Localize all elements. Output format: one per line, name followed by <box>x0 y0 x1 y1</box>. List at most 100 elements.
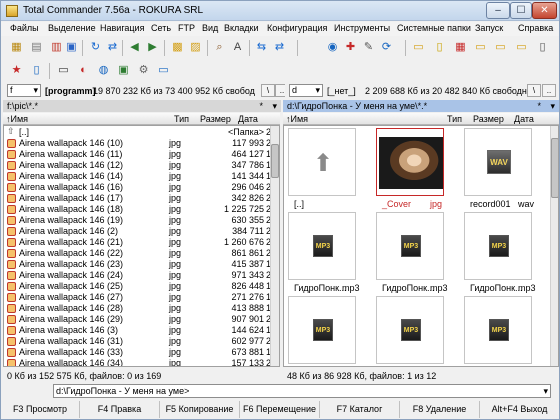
menu-selection[interactable]: Выделение <box>48 23 96 33</box>
col-size[interactable]: Размер <box>200 114 231 124</box>
left-status: 0 Кб из 152 575 Кб, файлов: 0 из 169 <box>7 371 162 381</box>
col-size[interactable]: Размер <box>473 114 504 124</box>
ftp-new-connection-icon[interactable]: ⇄ <box>272 40 287 55</box>
audio-file-tile[interactable]: WAV <box>464 128 532 196</box>
globe-icon[interactable]: ◍ <box>96 63 111 78</box>
close-button[interactable]: ✕ <box>532 2 557 19</box>
col-date[interactable]: Дата <box>514 114 534 124</box>
f7-mkdir-button[interactable]: F7 Каталог <box>320 401 400 418</box>
folder-desktop-icon[interactable]: ▭ <box>514 40 529 55</box>
forward-arrow-icon[interactable]: ▶ <box>145 40 160 55</box>
f8-delete-button[interactable]: F8 Удаление <box>400 401 480 418</box>
settings-icon[interactable]: ⚙ <box>136 63 151 78</box>
cmd-icon[interactable]: ▯ <box>29 63 44 78</box>
chevron-down-icon[interactable]: ▾ <box>543 385 548 397</box>
mp3-file-icon: MP3 <box>313 235 333 257</box>
toolbar-more-icon[interactable]: ▯ <box>535 40 550 55</box>
invert-selection-icon[interactable]: ⇄ <box>105 40 120 55</box>
command-prompt: d:\ГидроПонка - У меня на уме> <box>56 386 190 396</box>
left-drive-select[interactable]: f ▾ <box>7 84 41 97</box>
chevron-down-icon[interactable]: ▾ <box>550 100 555 112</box>
right-up-button[interactable]: .. <box>542 84 556 97</box>
audio-file-tile[interactable]: MP3 <box>464 296 532 364</box>
camera-icon[interactable]: ▣ <box>116 63 131 78</box>
left-path: f:\pic\*.* <box>7 101 39 111</box>
menu-tools[interactable]: Инструменты <box>334 23 390 33</box>
back-arrow-icon[interactable]: ◀ <box>127 40 142 55</box>
audio-file-tile[interactable]: MP3 <box>376 296 444 364</box>
run-icon[interactable]: ★ <box>9 63 24 78</box>
menu-help[interactable]: Справка <box>518 23 553 33</box>
audio-file-tile[interactable]: MP3 <box>376 212 444 280</box>
scroll-thumb[interactable] <box>271 144 279 178</box>
copy-names-icon[interactable]: ✚ <box>343 40 358 55</box>
folder-icon[interactable]: ▭ <box>411 40 426 55</box>
col-type[interactable]: Тип <box>447 114 462 124</box>
sync-icon[interactable]: ⟳ <box>379 40 394 55</box>
search-files-icon[interactable]: ⌕ <box>212 40 227 55</box>
back-icon[interactable]: ↻ <box>88 40 103 55</box>
menu-navigation[interactable]: Навигация <box>100 23 144 33</box>
network-icon[interactable]: ◉ <box>325 40 340 55</box>
multi-rename-icon[interactable]: A <box>230 40 245 55</box>
window-icon[interactable]: ▭ <box>156 63 171 78</box>
audio-file-tile[interactable]: MP3 <box>288 296 356 364</box>
view-brief-icon[interactable]: ▤ <box>29 40 44 55</box>
monitor-icon[interactable]: ▭ <box>56 63 71 78</box>
f4-edit-button[interactable]: F4 Правка <box>80 401 160 418</box>
image-thumbnail-tile[interactable] <box>376 128 444 196</box>
menu-system-folders[interactable]: Системные папки <box>397 23 471 33</box>
tile-file-ext: wav <box>518 199 535 209</box>
f5-copy-button[interactable]: F5 Копирование <box>160 401 240 418</box>
left-path-bar[interactable]: f:\pic\*.* * ▾ <box>3 100 281 112</box>
f3-view-button[interactable]: F3 Просмотр <box>1 401 80 418</box>
minimize-button[interactable]: – <box>486 2 510 19</box>
right-path-bar[interactable]: d:\ГидроПонка - У меня на уме\*.* * ▾ <box>283 100 559 112</box>
menu-network[interactable]: Сеть <box>151 23 171 33</box>
right-root-button[interactable]: \ <box>527 84 541 97</box>
audio-file-tile[interactable]: MP3 <box>288 212 356 280</box>
menu-launch[interactable]: Запуск <box>475 23 503 33</box>
audio-file-tile[interactable]: MP3 <box>464 212 532 280</box>
right-drive-label: [_нет_] <box>327 86 356 96</box>
unpack-icon[interactable]: ▨ <box>188 40 203 55</box>
folder-favorites-icon[interactable]: ▭ <box>493 40 508 55</box>
ftp-connect-icon[interactable]: ⇆ <box>254 40 269 55</box>
col-type[interactable]: Тип <box>174 114 189 124</box>
folder-open-icon[interactable]: ▭ <box>473 40 488 55</box>
image-file-icon <box>7 249 16 258</box>
chevron-down-icon[interactable]: ▾ <box>272 100 277 112</box>
menu-tabs[interactable]: Вкладки <box>224 23 259 33</box>
left-root-button[interactable]: \ <box>261 84 275 97</box>
calendar-icon[interactable]: ▦ <box>453 40 468 55</box>
view-full-icon[interactable]: ▥ <box>49 40 64 55</box>
alt-f4-exit-button[interactable]: Alt+F4 Выход <box>480 401 559 418</box>
scroll-thumb[interactable] <box>551 138 558 198</box>
left-vertical-scrollbar[interactable] <box>270 126 279 366</box>
notes-icon[interactable]: ▯ <box>432 40 447 55</box>
left-file-list[interactable]: ⇧[..]<Папка>25.01.2Airena wallapack 146 … <box>3 125 280 367</box>
menu-files[interactable]: Файлы <box>10 23 39 33</box>
file-row[interactable]: Airena wallapack 146 (34)jpg157 13321.11… <box>4 357 279 366</box>
image-file-icon <box>7 139 16 148</box>
view-thumbnails-icon[interactable]: ▣ <box>64 40 79 55</box>
col-name[interactable]: ↑Имя <box>6 114 28 124</box>
col-name[interactable]: ↑Имя <box>286 114 308 124</box>
command-line-input[interactable]: d:\ГидроПонка - У меня на уме> ▾ <box>53 384 551 398</box>
f6-move-button[interactable]: F6 Перемещение <box>240 401 320 418</box>
right-thumbnail-view[interactable]: ⬆ [..] _Cover jpg WAV record001 wav MP3 ГидроПон… <box>283 125 559 367</box>
col-date[interactable]: Дата <box>238 114 258 124</box>
menu-view[interactable]: Вид <box>202 23 218 33</box>
right-vertical-scrollbar[interactable] <box>550 126 558 366</box>
menu-ftp[interactable]: FTP <box>178 23 195 33</box>
refresh-icon[interactable]: ▦ <box>9 40 24 55</box>
player-icon[interactable]: ◐ <box>76 63 91 78</box>
parent-dir-tile[interactable]: ⬆ <box>288 128 356 196</box>
maximize-button[interactable]: ☐ <box>510 2 532 19</box>
history-star-icon[interactable]: * <box>259 100 263 112</box>
menu-configuration[interactable]: Конфигурация <box>267 23 327 33</box>
pack-icon[interactable]: ▩ <box>170 40 185 55</box>
right-drive-select[interactable]: d ▾ <box>289 84 323 97</box>
edit-icon[interactable]: ✎ <box>361 40 376 55</box>
history-star-icon[interactable]: * <box>537 100 541 112</box>
